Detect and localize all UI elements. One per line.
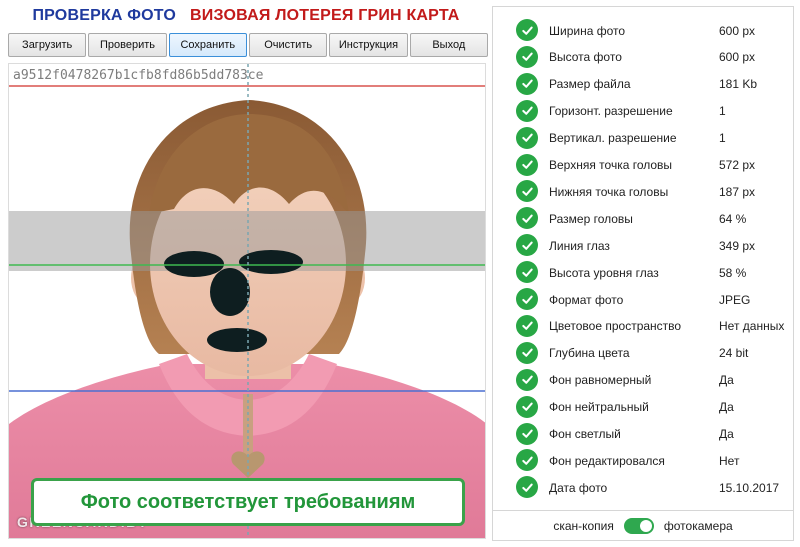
- load-button[interactable]: Загрузить: [8, 33, 87, 57]
- check-value: 24 bit: [719, 346, 749, 361]
- photo-preview: a9512f0478267b1cfb8fd86b5dd783ce Фото со…: [8, 63, 486, 539]
- check-label: Формат фото: [549, 292, 624, 307]
- check-value: 1: [719, 131, 726, 146]
- check-row: Размер файла 181 Kb: [493, 71, 793, 98]
- mouth-mask: [207, 328, 267, 352]
- check-row: Горизонт. разрешение 1: [493, 98, 793, 125]
- check-row: Фон светлый Да: [493, 421, 793, 448]
- check-row: Нижняя точка головы 187 px: [493, 178, 793, 205]
- check-label: Цветовое пространство: [549, 319, 682, 334]
- child-photo: [9, 64, 485, 538]
- check-row: Верхняя точка головы 572 px: [493, 152, 793, 179]
- switch-knob: [639, 520, 652, 532]
- check-label: Линия глаз: [549, 238, 610, 253]
- check-row: Ширина фото 600 px: [493, 17, 793, 44]
- save-button[interactable]: Сохранить: [168, 33, 247, 57]
- nose-mask: [210, 268, 250, 316]
- check-ok-icon: [516, 153, 538, 176]
- check-value: JPEG: [719, 292, 751, 307]
- check-row: Вертикал. разрешение 1: [493, 125, 793, 152]
- app-subtitle: ВИЗОВАЯ ЛОТЕРЕЯ ГРИН КАРТА: [190, 7, 460, 24]
- check-value: 572 px: [719, 158, 756, 172]
- check-row: Цветовое пространство Нет данных: [493, 313, 793, 340]
- exit-button[interactable]: Выход: [409, 33, 488, 57]
- check-label: Верхняя точка головы: [549, 158, 673, 172]
- check-row: Глубина цвета 24 bit: [493, 340, 793, 367]
- check-label: Фон редактировался: [549, 453, 665, 468]
- check-value: Да: [719, 373, 734, 388]
- check-ok-icon: [516, 207, 538, 230]
- camera-label: фотокамера: [663, 519, 733, 533]
- check-ok-icon: [516, 234, 538, 257]
- check-row: Фон нейтральный Да: [493, 394, 793, 421]
- check-ok-icon: [516, 395, 538, 418]
- check-value: 15.10.2017: [719, 480, 780, 495]
- check-ok-icon: [516, 314, 538, 337]
- instruction-button[interactable]: Инструкция: [329, 33, 408, 57]
- result-text: Фото соответствует требованиям: [80, 490, 416, 513]
- check-ok-icon: [516, 449, 538, 472]
- check-ok-icon: [516, 288, 538, 310]
- check-value: 600 px: [719, 23, 756, 38]
- check-label: Размер головы: [549, 211, 633, 226]
- check-row: Размер головы 64 %: [493, 205, 793, 232]
- check-ok-icon: [516, 45, 538, 68]
- check-value: 64 %: [719, 211, 747, 226]
- app-header: ПРОВЕРКА ФОТО ВИЗОВАЯ ЛОТЕРЕЯ ГРИН КАРТА: [0, 0, 492, 32]
- toolbar: Загрузить Проверить Сохранить Очистить И…: [8, 33, 488, 57]
- check-ok-icon: [516, 180, 538, 203]
- check-row: Высота фото 600 px: [493, 44, 793, 71]
- check-ok-icon: [516, 99, 538, 122]
- check-label: Размер файла: [549, 77, 631, 92]
- check-value: 58 %: [719, 265, 747, 280]
- app-title: ПРОВЕРКА ФОТО: [32, 7, 177, 24]
- check-row: Формат фото JPEG: [493, 286, 793, 313]
- check-label: Горизонт. разрешение: [549, 104, 673, 119]
- check-value: 181 Kb: [719, 77, 758, 92]
- source-toggle: скан-копия фотокамера: [493, 515, 793, 537]
- check-ok-icon: [516, 19, 538, 41]
- left-eye-mask: [164, 251, 224, 277]
- check-label: Высота уровня глаз: [549, 265, 659, 280]
- check-label: Фон нейтральный: [549, 400, 649, 415]
- check-label: Дата фото: [549, 480, 608, 495]
- check-ok-icon: [516, 422, 538, 445]
- check-value: Нет: [719, 453, 740, 468]
- photo-hash: a9512f0478267b1cfb8fd86b5dd783ce: [13, 68, 264, 83]
- check-value: 187 px: [719, 184, 756, 199]
- check-label: Глубина цвета: [549, 346, 630, 361]
- check-row: Высота уровня глаз 58 %: [493, 259, 793, 286]
- check-label: Вертикал. разрешение: [549, 131, 677, 146]
- check-ok-icon: [516, 126, 538, 149]
- check-label: Ширина фото: [549, 23, 626, 38]
- check-value: 349 px: [719, 238, 756, 253]
- check-row: Линия глаз 349 px: [493, 232, 793, 259]
- check-row: Фон редактировался Нет: [493, 447, 793, 474]
- check-label: Фон светлый: [549, 427, 621, 441]
- check-label: Нижняя точка головы: [549, 184, 669, 199]
- check-ok-icon: [516, 261, 538, 284]
- scan-label: скан-копия: [553, 519, 614, 533]
- check-ok-icon: [516, 368, 538, 391]
- check-label: Фон равномерный: [549, 373, 652, 388]
- check-value: Да: [719, 427, 734, 441]
- source-switch[interactable]: [623, 518, 654, 534]
- check-ok-icon: [516, 72, 538, 95]
- check-ok-icon: [516, 476, 538, 499]
- panel-divider: [493, 510, 793, 511]
- check-value: Нет данных: [719, 319, 785, 334]
- check-row: Фон равномерный Да: [493, 367, 793, 394]
- check-ok-icon: [516, 341, 538, 364]
- check-results-panel: Ширина фото 600 px Высота фото 600 px Размер…: [492, 6, 794, 541]
- check-label: Высота фото: [549, 50, 622, 65]
- clear-button[interactable]: Очистить: [248, 33, 328, 57]
- check-value: 1: [719, 104, 726, 119]
- check-value: 600 px: [719, 50, 756, 65]
- result-banner: Фото соответствует требованиям: [31, 478, 465, 526]
- check-button[interactable]: Проверить: [88, 33, 167, 57]
- check-row: Дата фото 15.10.2017: [493, 474, 793, 501]
- check-value: Да: [719, 400, 734, 415]
